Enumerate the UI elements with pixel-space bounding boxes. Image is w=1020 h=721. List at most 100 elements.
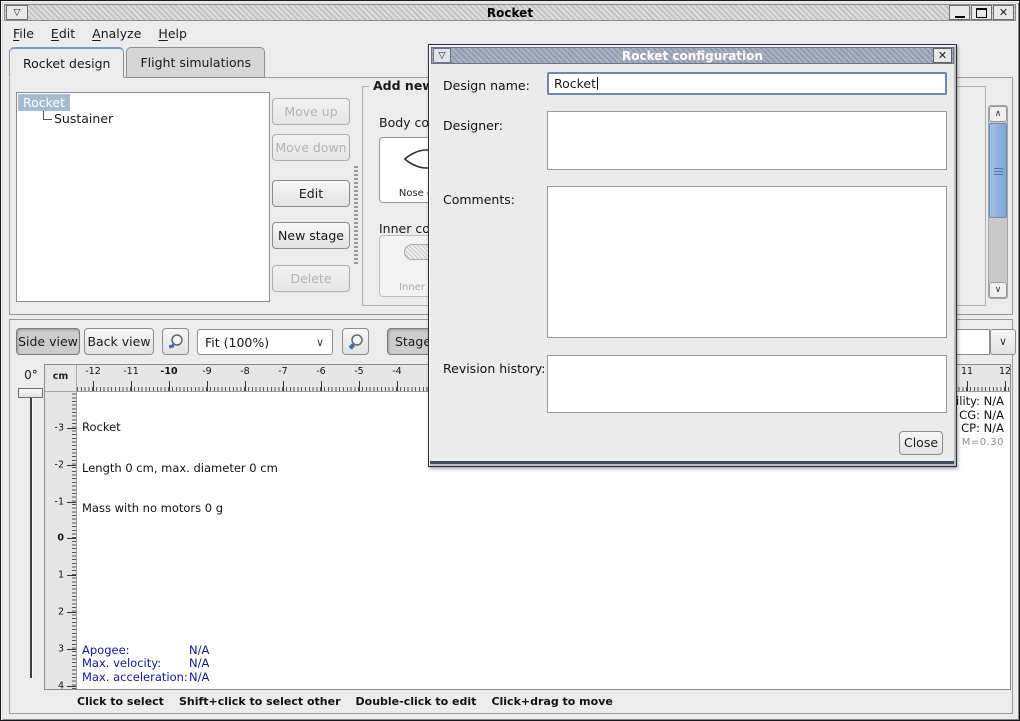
- comments-textarea[interactable]: [547, 186, 947, 338]
- ruler-tick-label: -1: [55, 496, 64, 507]
- ruler-tick-label: -2: [55, 459, 64, 470]
- ruler-tick-label: 4: [58, 680, 64, 689]
- status-bar: Click to select Shift+click to select ot…: [11, 691, 1011, 712]
- ruler-major-tick: [967, 381, 968, 391]
- rotation-angle-label: 0°: [18, 368, 44, 382]
- rotation-slider-handle[interactable]: [18, 388, 43, 398]
- ruler-tick-label: -4: [392, 366, 401, 377]
- ruler-major-tick: [67, 465, 76, 466]
- ruler-tick-label: 1: [58, 570, 64, 581]
- close-icon: ✕: [999, 6, 1008, 19]
- designer-textarea[interactable]: [547, 111, 947, 170]
- menu-help[interactable]: Help: [152, 25, 193, 42]
- design-name-label: Design name:: [443, 78, 530, 93]
- edit-button[interactable]: Edit: [272, 180, 350, 207]
- maximize-icon: [976, 8, 987, 18]
- ruler-tick-label: -10: [160, 366, 177, 377]
- rotation-slider-track[interactable]: [30, 394, 32, 678]
- component-tree[interactable]: Rocket Sustainer: [16, 92, 270, 302]
- hint-shift-click: Shift+click to select other: [179, 695, 341, 708]
- tab-bar: Rocket design Flight simulations: [9, 47, 267, 78]
- dialog-close-icon[interactable]: ✕: [933, 48, 952, 63]
- ruler-major-tick: [67, 612, 76, 613]
- zoom-out-button[interactable]: [162, 328, 189, 355]
- ruler-major-tick: [321, 381, 322, 391]
- ruler-tick-label: 12: [999, 366, 1010, 377]
- text-caret: [597, 77, 598, 90]
- right-combobox-field[interactable]: [954, 329, 990, 355]
- ruler-tick-label: 3: [58, 643, 64, 654]
- ruler-tick-label: -8: [240, 366, 249, 377]
- side-view-button[interactable]: Side view: [16, 328, 80, 355]
- dialog-title: Rocket configuration: [432, 49, 953, 63]
- menu-edit[interactable]: Edit: [45, 25, 81, 42]
- tree-connector: [43, 111, 52, 120]
- hint-double-click: Double-click to edit: [356, 695, 477, 708]
- ruler-major-tick: [169, 381, 170, 391]
- ruler-major-tick: [397, 381, 398, 391]
- move-up-button[interactable]: Move up: [272, 98, 350, 125]
- delete-button[interactable]: Delete: [272, 265, 350, 292]
- ruler-major-tick: [131, 381, 132, 391]
- chevron-down-icon: ∨: [308, 336, 332, 349]
- ruler-major-tick: [1005, 381, 1006, 391]
- menu-file[interactable]: File: [7, 25, 40, 42]
- ruler-tick-label: -12: [85, 366, 101, 377]
- window-title: Rocket: [5, 6, 1015, 20]
- design-name-input[interactable]: Rocket: [547, 72, 947, 95]
- rocket-configuration-dialog: ▽ Rocket configuration ✕ Design name: Ro…: [428, 44, 957, 467]
- ruler-tick-label: -9: [202, 366, 211, 377]
- tree-item-sustainer[interactable]: Sustainer: [54, 111, 113, 126]
- revision-history-label: Revision history:: [443, 361, 546, 376]
- back-view-button[interactable]: Back view: [84, 328, 154, 355]
- tab-rocket-design[interactable]: Rocket design: [9, 47, 124, 78]
- rocket-summary: Rocket Length 0 cm, max. diameter 0 cm M…: [82, 394, 278, 543]
- ruler-major-tick: [67, 538, 76, 539]
- ruler-major-tick: [67, 428, 76, 429]
- component-panel-scrollbar[interactable]: ∧ ∨: [988, 105, 1008, 299]
- zoom-in-icon: [347, 333, 365, 351]
- ruler-tick-label: -11: [123, 366, 139, 377]
- minimize-icon: [955, 16, 965, 18]
- titlebar: ▽ Rocket ✕: [4, 4, 1016, 21]
- maximize-button[interactable]: [971, 5, 992, 20]
- zoom-level-value: Fit (100%): [198, 335, 308, 350]
- ruler-major-tick: [93, 381, 94, 391]
- ruler-major-tick: [67, 502, 76, 503]
- hint-click-drag: Click+drag to move: [491, 695, 612, 708]
- right-combobox-chevron-icon[interactable]: ∨: [990, 329, 1016, 355]
- ruler-tick-label: -7: [278, 366, 287, 377]
- close-button[interactable]: ✕: [993, 5, 1014, 20]
- zoom-in-button[interactable]: [342, 328, 369, 355]
- ruler-minor-ticks: [72, 392, 76, 689]
- ruler-major-tick: [67, 686, 76, 687]
- zoom-level-combobox[interactable]: Fit (100%) ∨: [197, 329, 333, 355]
- comments-label: Comments:: [443, 192, 515, 207]
- ruler-tick-label: 11: [961, 366, 973, 377]
- scrollbar-grip: [994, 167, 1003, 175]
- designer-label: Designer:: [443, 118, 503, 133]
- tree-item-rocket[interactable]: Rocket: [18, 94, 70, 111]
- new-stage-button[interactable]: New stage: [272, 222, 350, 249]
- vertical-ruler: -3-2-101234: [45, 392, 77, 689]
- menu-analyze[interactable]: Analyze: [86, 25, 147, 42]
- ruler-unit-label: cm: [45, 365, 77, 392]
- dialog-titlebar: ▽ Rocket configuration ✕: [431, 47, 954, 64]
- scrollbar-thumb[interactable]: [989, 123, 1007, 218]
- minimize-button[interactable]: [949, 5, 970, 20]
- splitter-grip[interactable]: [354, 166, 358, 264]
- dialog-close-button[interactable]: Close: [899, 431, 943, 455]
- ruler-tick-label: -6: [316, 366, 325, 377]
- scrollbar-up-icon[interactable]: ∧: [989, 106, 1007, 122]
- ruler-tick-label: 0: [57, 533, 64, 544]
- zoom-out-icon: [167, 333, 185, 351]
- flight-data-summary: Apogee:N/A Max. velocity:N/A Max. accele…: [82, 644, 209, 685]
- scrollbar-down-icon[interactable]: ∨: [989, 282, 1007, 298]
- tab-flight-simulations[interactable]: Flight simulations: [126, 47, 265, 78]
- revision-history-textarea[interactable]: [547, 355, 947, 413]
- ruler-major-tick: [207, 381, 208, 391]
- ruler-tick-label: 2: [58, 607, 64, 618]
- ruler-major-tick: [67, 575, 76, 576]
- hint-click-select: Click to select: [77, 695, 164, 708]
- move-down-button[interactable]: Move down: [272, 134, 350, 161]
